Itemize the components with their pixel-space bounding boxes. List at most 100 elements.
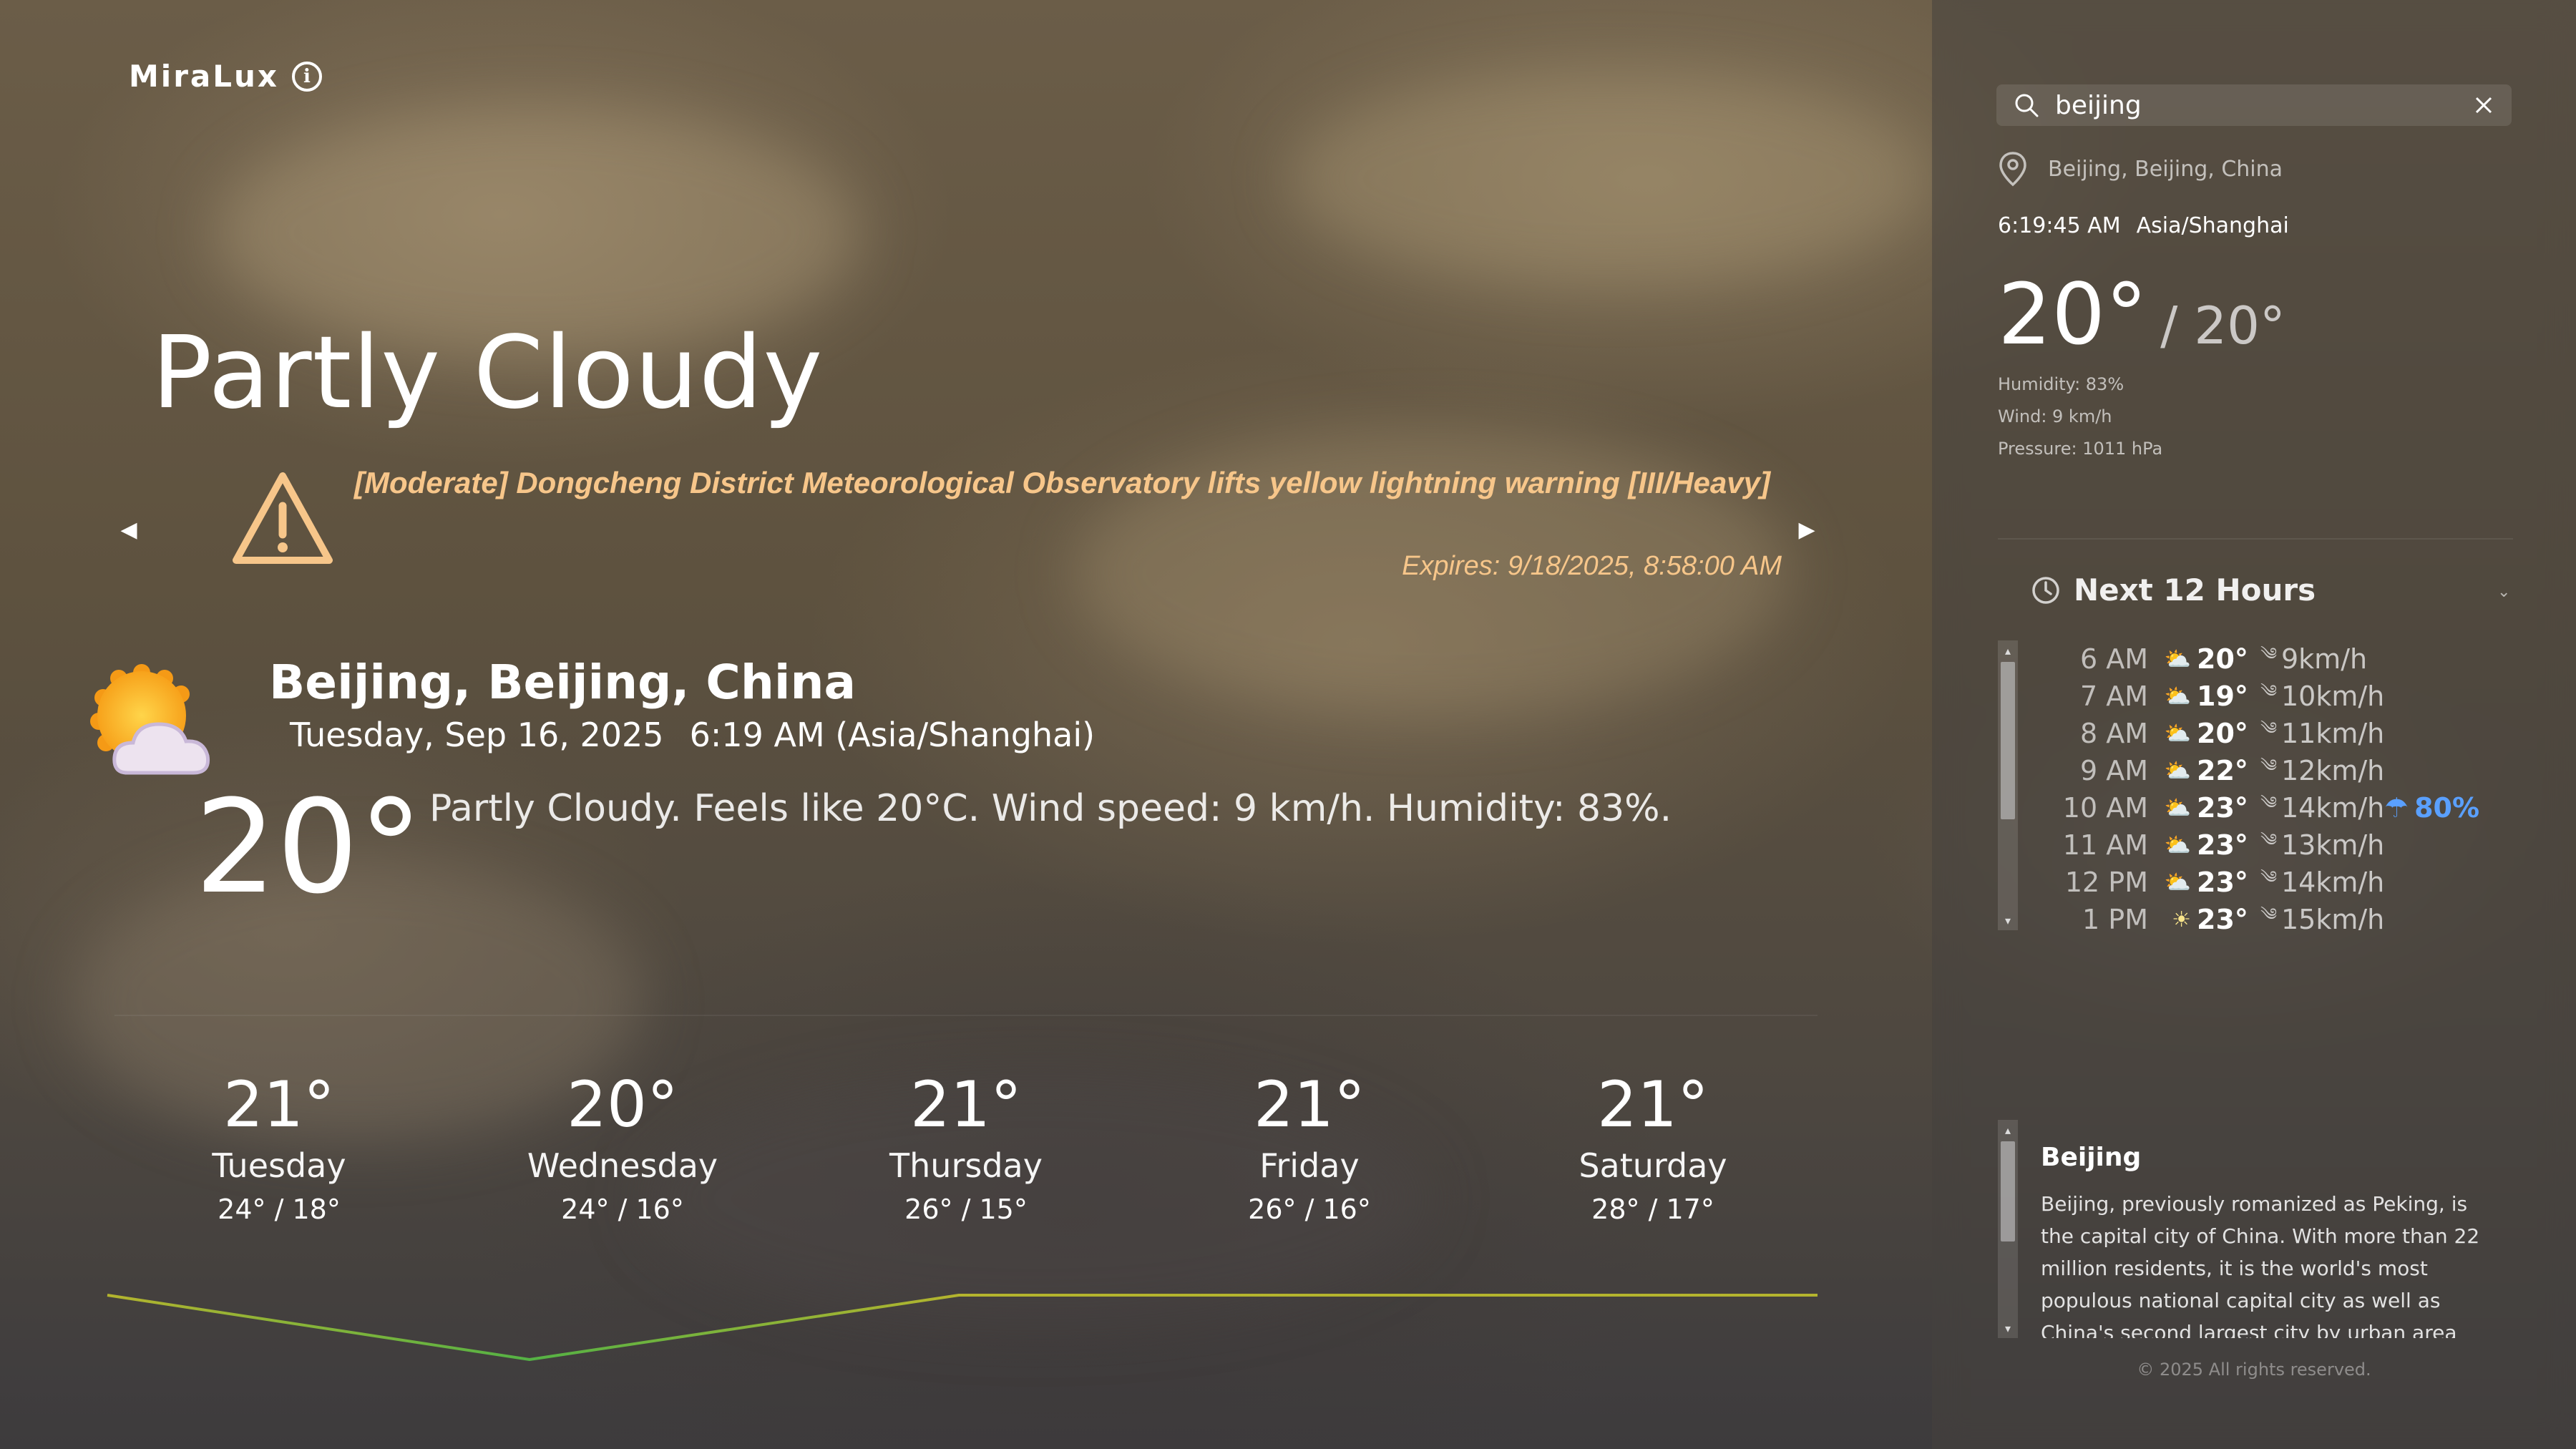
hour-temp: 20° — [2197, 643, 2248, 675]
alert-next-button[interactable]: ▶ — [1792, 515, 1821, 544]
cloud-sun-icon: ⛅ — [2164, 721, 2191, 746]
hour-time: 10 AM — [2062, 792, 2148, 824]
hourly-scrollbar[interactable]: ▴ ▾ — [1998, 640, 2018, 930]
forecast-range: 24° / 18° — [218, 1194, 341, 1225]
forecast-day-name: Tuesday — [212, 1146, 346, 1185]
partly-cloudy-icon — [90, 664, 210, 775]
panel-stats: Humidity: 83% Wind: 9 km/h Pressure: 101… — [1998, 369, 2162, 465]
hour-time: 8 AM — [2079, 718, 2148, 749]
hourly-row: 11 AM ⛅ 23° ༄ 13km/h — [2048, 826, 2513, 864]
warning-icon — [233, 472, 333, 564]
scroll-thumb[interactable] — [2001, 662, 2015, 819]
location-title: Beijing, Beijing, China — [269, 655, 857, 710]
hour-temp: 23° — [2197, 792, 2248, 824]
brand-name: MiraLux — [129, 59, 279, 94]
hourly-title: Next 12 Hours — [2074, 572, 2316, 608]
panel-temperature: 20° / 20° — [1998, 272, 2285, 356]
wind-stat: Wind: 9 km/h — [1998, 406, 2112, 426]
hourly-row: 12 PM ⛅ 23° ༄ 14km/h — [2048, 864, 2513, 901]
hourly-row: 9 AM ⛅ 22° ༄ 12km/h — [2048, 752, 2513, 789]
forecast-range: 26° / 16° — [1248, 1194, 1371, 1225]
hour-temp: 23° — [2197, 829, 2248, 861]
hour-time: 9 AM — [2079, 755, 2148, 786]
location-pin-icon — [1999, 152, 2026, 187]
scroll-thumb[interactable] — [2001, 1141, 2015, 1241]
scroll-down-arrow-icon[interactable]: ▾ — [1999, 1319, 2016, 1337]
hourly-list[interactable]: ▴ ▾ 6 AM ⛅ 20° ༄ 9km/h 7 AM ⛅ 19° ༄ 10km/h 8 AM ⛅ 20… — [1998, 640, 2513, 930]
current-temperature: 20° — [195, 773, 424, 922]
alert-prev-button[interactable]: ◀ — [114, 515, 143, 544]
current-time: 6:19 AM (Asia/Shanghai) — [689, 716, 1096, 754]
hour-wind: 14km/h — [2281, 867, 2385, 898]
hour-wind: 15km/h — [2281, 904, 2385, 930]
copyright: © 2025 All rights reserved. — [2137, 1360, 2371, 1380]
forecast-temp: 20° — [567, 1068, 678, 1141]
hour-time: 11 AM — [2062, 829, 2148, 861]
info-icon[interactable]: i — [292, 61, 322, 92]
rain-cloud-icon: ☂ — [2384, 792, 2409, 824]
city-description[interactable]: ▴ ▾ Beijing Beijing, previously romanize… — [1998, 1120, 2513, 1338]
hour-time: 6 AM — [2079, 643, 2148, 675]
forecast-day-name: Thursday — [889, 1146, 1043, 1185]
trend-path — [107, 1294, 1818, 1362]
search-box — [1996, 84, 2512, 126]
cloud-blob — [1288, 72, 1932, 286]
wiki-text: Beijing, previously romanized as Peking,… — [2041, 1192, 2480, 1338]
side-panel: Beijing, Beijing, China 6:19:45 AM Asia/… — [1932, 0, 2576, 1449]
hour-wind: 12km/h — [2281, 755, 2385, 786]
hour-time: 7 AM — [2079, 680, 2148, 712]
hourly-row: 8 AM ⛅ 20° ༄ 11km/h — [2048, 715, 2513, 752]
cloud-sun-icon: ⛅ — [2164, 832, 2191, 858]
cloud-sun-icon: ⛅ — [2164, 869, 2191, 895]
brand: MiraLux i — [129, 59, 322, 94]
scroll-down-arrow-icon[interactable]: ▾ — [1999, 912, 2016, 929]
hour-time: 12 PM — [2064, 867, 2148, 898]
alert-text: [Moderate] Dongcheng District Meteorolog… — [354, 466, 1770, 499]
hourly-row: 10 AM ⛅ 23° ༄ 14km/h ☂ 80% — [2048, 789, 2513, 826]
rain-chance: ☂ 80% — [2384, 792, 2479, 824]
humidity-stat: Humidity: 83% — [1998, 374, 2124, 394]
clock-time: 6:19:45 AM — [1998, 213, 2121, 238]
hour-wind: 9km/h — [2281, 643, 2368, 675]
daily-forecast: 21° Tuesday 24° / 18° 20° Wednesday 24° … — [107, 1073, 1825, 1238]
search-input[interactable] — [2055, 90, 2473, 120]
rain-chance-value: 80% — [2414, 792, 2480, 824]
chevron-down-icon[interactable]: ⌄ — [2497, 583, 2510, 601]
forecast-temp: 21° — [1254, 1068, 1365, 1141]
forecast-temp: 21° — [223, 1068, 335, 1141]
hourly-row: 1 PM ☀ 23° ༄ 15km/h — [2048, 901, 2513, 930]
divider — [114, 1015, 1818, 1016]
scroll-up-arrow-icon[interactable]: ▴ — [1999, 642, 2016, 659]
hourly-header[interactable]: Next 12 Hours — [2031, 572, 2316, 608]
panel-temp-main: 20° — [1998, 265, 2148, 364]
hour-temp: 23° — [2197, 867, 2248, 898]
hour-temp: 19° — [2197, 680, 2248, 712]
scroll-up-arrow-icon[interactable]: ▴ — [1999, 1121, 2016, 1138]
forecast-day-name: Friday — [1259, 1146, 1360, 1185]
current-date: Tuesday, Sep 16, 2025 — [290, 716, 664, 754]
forecast-day: 21° Tuesday 24° / 18° — [172, 1068, 386, 1226]
wiki-scrollbar[interactable]: ▴ ▾ — [1998, 1120, 2018, 1338]
wiki-title: Beijing — [2041, 1143, 2142, 1172]
search-result-location[interactable]: Beijing, Beijing, China — [1998, 150, 2283, 187]
clock-icon — [2032, 576, 2059, 604]
hour-time: 1 PM — [2082, 904, 2148, 930]
temperature-trend-line — [107, 1294, 1818, 1362]
forecast-range: 26° / 15° — [904, 1194, 1028, 1225]
hour-wind: 11km/h — [2281, 718, 2385, 749]
datetime-line: Tuesday, Sep 16, 2025 6:19 AM (Asia/Shan… — [290, 716, 1095, 754]
hour-wind: 14km/h — [2281, 792, 2385, 824]
forecast-range: 28° / 17° — [1591, 1194, 1714, 1225]
forecast-temp: 21° — [910, 1068, 1022, 1141]
forecast-day: 20° Wednesday 24° / 16° — [515, 1068, 730, 1226]
clear-icon[interactable] — [2473, 94, 2494, 116]
forecast-day: 21° Friday 26° / 16° — [1202, 1068, 1417, 1226]
timezone: Asia/Shanghai — [2136, 213, 2289, 238]
forecast-day-name: Saturday — [1579, 1146, 1727, 1185]
forecast-temp: 21° — [1597, 1068, 1709, 1141]
condition-title: Partly Cloudy — [152, 315, 824, 431]
hour-temp: 20° — [2197, 718, 2248, 749]
hourly-row: 6 AM ⛅ 20° ༄ 9km/h — [2048, 640, 2513, 678]
alert-expires: Expires: 9/18/2025, 8:58:00 AM — [1402, 551, 1782, 581]
weather-summary: Partly Cloudy. Feels like 20°C. Wind spe… — [429, 787, 1672, 830]
